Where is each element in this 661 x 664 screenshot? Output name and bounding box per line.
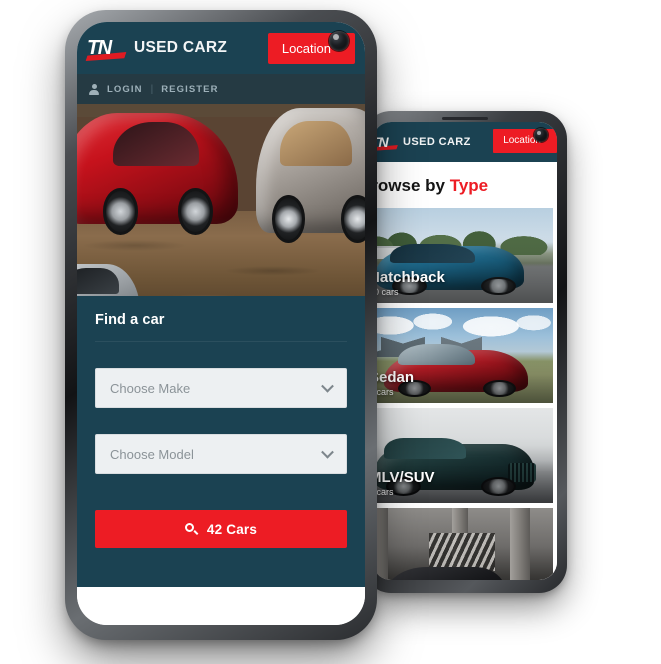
auth-separator: | <box>150 83 154 95</box>
search-cars-label: 42 Cars <box>206 521 258 537</box>
type-card-caption: Hatchback 20 cars <box>373 270 445 297</box>
red-car-windows <box>113 121 199 167</box>
front-brand-logo[interactable]: TN USED CARZ <box>87 36 228 59</box>
logo-initials: TN <box>87 36 112 59</box>
chevron-down-icon <box>321 379 334 393</box>
silver-car-wheel-front <box>272 195 306 243</box>
silver-car-wheel-rear <box>341 195 365 243</box>
type-title: Hatchback <box>373 269 445 287</box>
register-link[interactable]: REGISTER <box>161 84 218 95</box>
type-count: 0 cars <box>373 487 394 497</box>
search-icon-handle <box>193 530 199 535</box>
back-brand-name: USED CARZ <box>403 136 471 148</box>
type-title: MLV/SUV <box>373 469 435 487</box>
front-camera-icon <box>534 128 548 142</box>
type-card-caption: Sedan 8 cars <box>373 370 414 397</box>
choose-make-select[interactable]: Choose Make <box>95 368 347 408</box>
type-card-partial[interactable] <box>373 508 553 580</box>
grey-car-windows <box>77 268 119 295</box>
tn-logo-icon: TN <box>87 36 125 59</box>
silver-car-windows <box>280 120 353 166</box>
user-icon-head <box>91 83 97 89</box>
hero-silver-car <box>255 108 365 243</box>
front-brand-name: USED CARZ <box>134 39 228 56</box>
type-card-hatchback[interactable]: Hatchback 20 cars <box>373 208 553 303</box>
phone-mockup-back: TN USED CARZ Location Browse by Type <box>363 111 567 593</box>
garage-photo <box>373 508 553 580</box>
back-content: Browse by Type Hatchba <box>373 162 557 580</box>
red-car-wheel-front <box>102 188 139 235</box>
type-card-sedan[interactable]: Sedan 8 cars <box>373 308 553 403</box>
phone-front-screen: TN USED CARZ Location LOGIN | REGISTER F… <box>77 22 365 625</box>
staircase-decor <box>428 532 495 571</box>
phone-mockup-front: TN USED CARZ Location LOGIN | REGISTER F… <box>65 10 377 640</box>
type-count: 8 cars <box>373 387 394 397</box>
hero-photo <box>77 104 365 326</box>
type-card-mlv-suv[interactable]: MLV/SUV 0 cars <box>373 408 553 503</box>
red-car-wheel-rear <box>177 188 214 235</box>
find-a-car-card: Find a car Choose Make Choose Model 42 C… <box>77 296 365 587</box>
hero-red-car <box>77 112 239 235</box>
choose-model-select[interactable]: Choose Model <box>95 434 347 474</box>
hero-banner <box>77 104 365 326</box>
auth-bar: LOGIN | REGISTER <box>77 74 365 104</box>
type-card-caption: MLV/SUV 0 cars <box>373 470 435 497</box>
choose-make-value: Choose Make <box>110 380 191 396</box>
login-link[interactable]: LOGIN <box>107 84 143 95</box>
back-brand-logo[interactable]: TN USED CARZ <box>373 134 471 150</box>
choose-model-value: Choose Model <box>110 446 194 462</box>
dark-car-shape <box>386 566 507 580</box>
user-icon-body <box>89 89 99 95</box>
type-title: Sedan <box>373 369 415 387</box>
user-icon <box>89 83 99 95</box>
earpiece-speaker <box>442 117 488 120</box>
chevron-down-icon <box>321 445 334 459</box>
front-camera-icon <box>329 31 349 51</box>
heading-prefix: Browse by <box>373 176 445 195</box>
search-cars-button[interactable]: 42 Cars <box>95 510 347 548</box>
type-count: 20 cars <box>373 287 399 297</box>
front-topbar: TN USED CARZ Location <box>77 22 365 74</box>
heading-accent: Type <box>449 176 489 195</box>
search-icon <box>184 523 199 535</box>
phone-back-screen: TN USED CARZ Location Browse by Type <box>373 122 557 580</box>
find-a-car-title: Find a car <box>95 312 347 342</box>
pillar-decor <box>510 508 530 580</box>
screenshot-stage: TN USED CARZ Location Browse by Type <box>0 0 661 664</box>
back-topbar: TN USED CARZ Location <box>373 122 557 162</box>
browse-by-type-heading: Browse by Type <box>373 162 557 208</box>
vehicle-type-list: Hatchback 20 cars <box>373 208 557 580</box>
front-bottom-area <box>77 587 365 625</box>
